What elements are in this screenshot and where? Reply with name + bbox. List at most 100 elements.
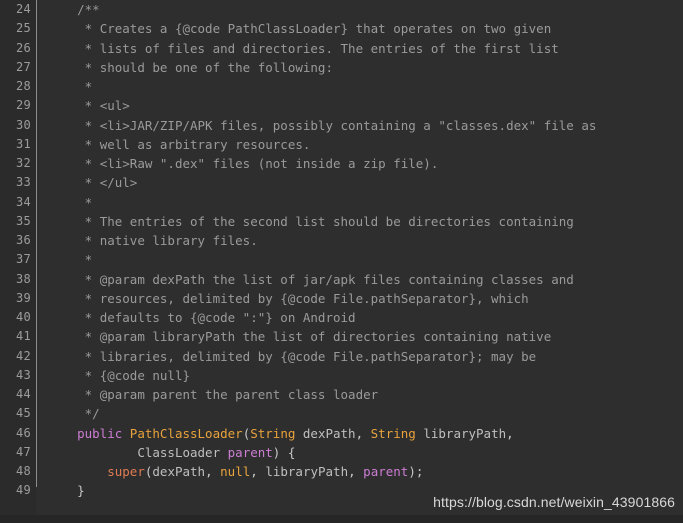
code-token-pun xyxy=(47,329,85,344)
code-line[interactable]: * xyxy=(47,77,683,96)
code-line[interactable]: * resources, delimited by {@code File.pa… xyxy=(47,289,683,308)
watermark-url: https://blog.csdn.net/weixin_43901866 xyxy=(433,494,675,510)
code-line[interactable]: ClassLoader parent) { xyxy=(47,443,683,462)
code-token-pun: ); xyxy=(408,464,424,479)
code-line[interactable]: * should be one of the following: xyxy=(47,58,683,77)
code-token-cmt: * defaults to {@code ":"} on Android xyxy=(84,310,356,325)
code-token-id: libraryPath xyxy=(423,425,507,441)
code-line[interactable]: * @param dexPath the list of jar/apk fil… xyxy=(47,270,683,289)
code-line[interactable]: */ xyxy=(47,404,683,423)
code-line[interactable]: * The entries of the second list should … xyxy=(47,212,683,231)
line-number: 48 xyxy=(15,464,31,478)
code-token-pun xyxy=(122,426,130,441)
code-token-call: super xyxy=(107,464,145,479)
code-token-num: null xyxy=(220,464,251,479)
line-number: 31 xyxy=(15,136,31,151)
code-token-id: ClassLoader xyxy=(137,444,221,460)
code-line[interactable]: * </ul> xyxy=(47,173,683,192)
code-token-pun xyxy=(47,2,77,17)
code-token-cmt: * xyxy=(84,79,93,94)
line-number: 49 xyxy=(15,483,31,498)
editor-bottom-band xyxy=(0,515,683,523)
code-token-pun xyxy=(47,387,85,402)
line-number: 39 xyxy=(15,290,31,305)
line-number: 25 xyxy=(15,21,31,36)
code-token-pun xyxy=(47,214,85,229)
code-token-pun xyxy=(47,483,77,498)
code-line[interactable]: * xyxy=(47,193,683,212)
line-number: 27 xyxy=(15,59,31,74)
code-token-pun xyxy=(47,406,85,421)
line-number: 41 xyxy=(15,329,31,344)
code-token-pun: , xyxy=(205,464,221,479)
line-number: 46 xyxy=(15,425,31,440)
line-number: 24 xyxy=(15,2,31,16)
code-content-area[interactable]: /** * Creates a {@code PathClassLoader} … xyxy=(47,0,683,523)
code-token-pun: ) { xyxy=(272,444,296,460)
code-token-cmt: * @param parent the parent class loader xyxy=(84,387,379,402)
code-line[interactable]: * Creates a {@code PathClassLoader} that… xyxy=(47,19,683,38)
code-token-pun xyxy=(47,272,85,287)
code-token-cmt: * well as arbitrary resources. xyxy=(84,136,311,152)
line-number: 32 xyxy=(15,156,31,170)
code-token-pun xyxy=(47,310,85,325)
code-token-pun xyxy=(47,426,77,441)
code-line[interactable]: * {@code null} xyxy=(47,366,683,385)
code-line[interactable]: * xyxy=(47,250,683,269)
code-line[interactable]: public PathClassLoader(String dexPath, S… xyxy=(47,424,683,443)
line-number: 42 xyxy=(15,348,31,363)
code-token-pun xyxy=(47,60,85,75)
code-line[interactable]: super(dexPath, null, libraryPath, parent… xyxy=(47,462,683,481)
line-number: 37 xyxy=(15,252,31,267)
code-token-pun xyxy=(295,426,303,441)
code-line[interactable]: * native library files. xyxy=(47,231,683,250)
code-line[interactable]: * @param parent the parent class loader xyxy=(47,385,683,404)
line-number: 38 xyxy=(15,271,31,286)
line-number: 40 xyxy=(15,310,31,324)
code-line[interactable]: * @param libraryPath the list of directo… xyxy=(47,327,683,346)
code-line[interactable]: * <li>Raw ".dex" files (not inside a zip… xyxy=(47,154,683,173)
code-token-typ: String xyxy=(250,425,296,441)
code-token-pun xyxy=(47,349,85,364)
code-line[interactable]: * <li>JAR/ZIP/APK files, possibly contai… xyxy=(47,116,683,135)
code-token-pun xyxy=(47,79,85,94)
code-token-pun: , xyxy=(348,464,364,479)
line-number: 35 xyxy=(15,213,31,228)
line-number: 43 xyxy=(15,367,31,382)
code-token-pun xyxy=(220,445,228,460)
code-token-cmt: * <li>Raw ".dex" files (not inside a zip… xyxy=(84,156,439,171)
code-token-cmt: * xyxy=(84,252,93,268)
code-token-pun xyxy=(47,195,85,210)
code-token-pun xyxy=(47,445,137,460)
line-number: 47 xyxy=(15,444,31,459)
code-token-pun xyxy=(47,464,107,479)
code-token-pun xyxy=(47,156,85,171)
code-token-id: libraryPath xyxy=(265,464,349,479)
line-number-gutter[interactable]: 24 25 26 27 28 29 30 31 32 33 34 35 36 37 38 39 40 41 42 43… xyxy=(0,0,36,523)
code-line[interactable]: * <ul> xyxy=(47,96,683,115)
code-line[interactable]: * defaults to {@code ":"} on Android xyxy=(47,308,683,327)
line-number: 45 xyxy=(15,406,31,421)
line-number: 44 xyxy=(15,387,31,401)
code-line[interactable]: /** xyxy=(47,0,683,19)
line-number: 34 xyxy=(15,194,31,209)
code-token-pun xyxy=(47,252,85,267)
code-token-pun xyxy=(47,291,85,306)
code-token-cmt: * should be one of the following: xyxy=(84,59,333,75)
code-token-var: parent xyxy=(227,444,273,460)
code-line[interactable]: * well as arbitrary resources. xyxy=(47,135,683,154)
line-number: 28 xyxy=(15,79,31,93)
line-number: 29 xyxy=(15,98,31,113)
code-token-cmt: * <li>JAR/ZIP/APK files, possibly contai… xyxy=(84,117,597,133)
code-token-pun xyxy=(47,368,85,383)
code-line[interactable]: * libraries, delimited by {@code File.pa… xyxy=(47,347,683,366)
code-token-cmt: * resources, delimited by {@code File.pa… xyxy=(84,290,529,306)
code-token-fn: PathClassLoader xyxy=(129,425,243,441)
code-token-pun xyxy=(47,233,85,248)
line-number: 33 xyxy=(15,175,31,190)
code-editor-screenshot: 24 25 26 27 28 29 30 31 32 33 34 35 36 37 38 39 40 41 42 43… xyxy=(0,0,683,523)
code-token-pun: , xyxy=(250,464,266,479)
code-token-pun xyxy=(47,118,85,133)
code-line[interactable]: * lists of files and directories. The en… xyxy=(47,39,683,58)
code-token-cmt: * lists of files and directories. The en… xyxy=(84,40,559,56)
